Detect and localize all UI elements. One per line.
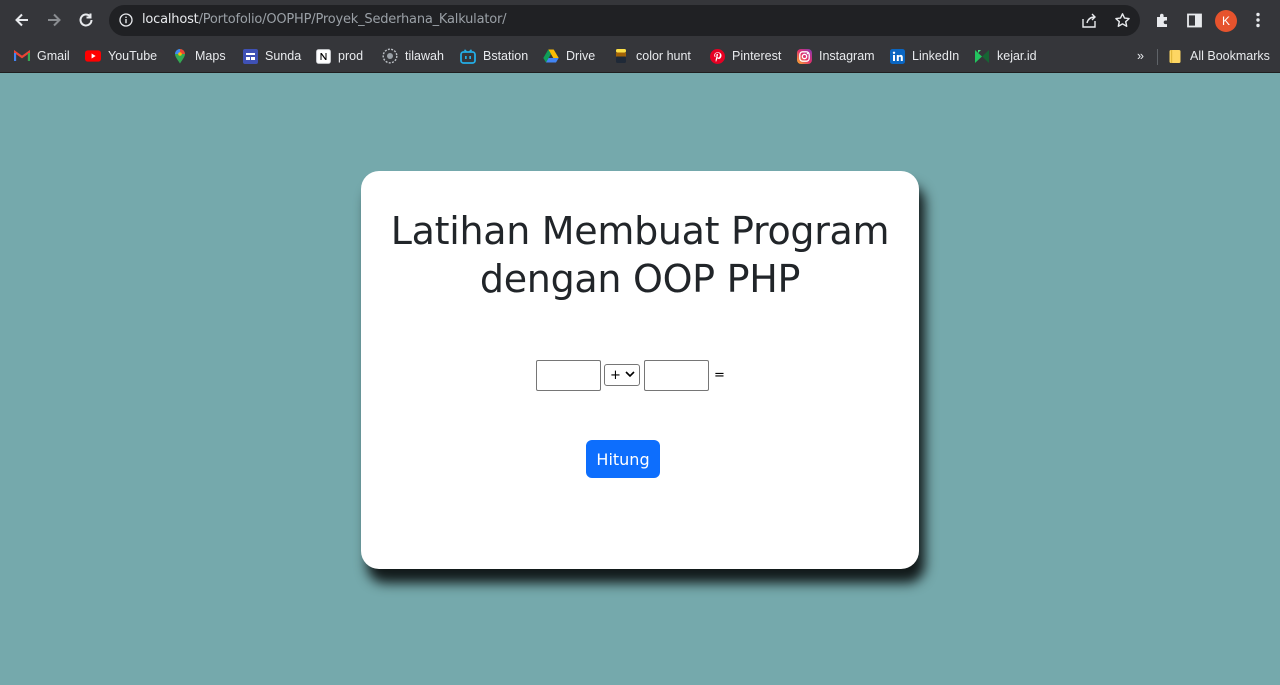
browser-toolbar: localhost/Portofolio/OOPHP/Proyek_Sederh…: [0, 0, 1280, 40]
gmail-icon: [14, 48, 30, 64]
bookmarks-divider: [1157, 49, 1158, 65]
arrow-left-icon: [15, 13, 28, 27]
bookmark-label: LinkedIn: [912, 49, 960, 63]
hitung-button[interactable]: Hitung: [586, 440, 660, 478]
bookmark-label: Maps: [195, 49, 226, 63]
all-bookmarks-button[interactable]: All Bookmarks: [1167, 47, 1270, 65]
equals-sign: =: [714, 368, 725, 383]
bookmark-label: Drive: [566, 49, 596, 63]
instagram-icon: [796, 48, 812, 64]
forward-button[interactable]: [42, 8, 66, 32]
bookmark-label: Sunda: [265, 49, 302, 63]
site-info-icon[interactable]: [119, 13, 133, 27]
extensions-button[interactable]: [1152, 10, 1172, 30]
bookmark-linkedin[interactable]: LinkedIn: [889, 47, 959, 65]
drive-icon: [543, 48, 559, 64]
menu-button[interactable]: [1248, 10, 1268, 30]
bookmark-sunda[interactable]: Sunda: [242, 47, 301, 65]
page-title: Latihan Membuat Program dengan OOP PHP: [361, 207, 919, 303]
second-number-input[interactable]: [644, 360, 709, 391]
profile-avatar[interactable]: K: [1215, 10, 1237, 32]
first-number-input[interactable]: [536, 360, 601, 391]
operator-select[interactable]: +: [604, 364, 640, 386]
bookmark-instagram[interactable]: Instagram: [796, 47, 875, 65]
bookmark-label: Instagram: [819, 49, 875, 63]
bstation-icon: [460, 48, 476, 64]
bookmark-gmail[interactable]: Gmail: [14, 47, 70, 65]
bookmark-bstation[interactable]: Bstation: [460, 47, 528, 65]
bookmark-label: kejar.id: [997, 49, 1037, 63]
bookmark-prod[interactable]: prod: [315, 47, 363, 65]
maps-icon: [172, 48, 188, 64]
arrow-right-icon: [48, 13, 61, 27]
pinterest-icon: [709, 48, 725, 64]
tilawah-icon: [382, 48, 398, 64]
address-bar[interactable]: localhost/Portofolio/OOPHP/Proyek_Sederh…: [109, 5, 1140, 36]
colorhunt-icon: [613, 48, 629, 64]
sunda-icon: [242, 48, 258, 64]
side-panel-button[interactable]: [1184, 10, 1204, 30]
folder-icon: [1167, 48, 1183, 64]
side-panel-icon: [1186, 13, 1202, 27]
bookmark-label: YouTube: [108, 49, 158, 63]
kebab-menu-icon: [1256, 12, 1260, 28]
bookmarks-overflow-button[interactable]: »: [1137, 47, 1144, 65]
notion-icon: [315, 48, 331, 64]
bookmark-youtube[interactable]: YouTube: [85, 47, 157, 65]
url-text: localhost/Portofolio/OOPHP/Proyek_Sederh…: [142, 12, 507, 27]
linkedin-icon: [889, 48, 905, 64]
bookmark-pinterest[interactable]: Pinterest: [709, 47, 781, 65]
kejar-icon: [974, 48, 990, 64]
bookmark-drive[interactable]: Drive: [543, 47, 595, 65]
bookmark-label: prod: [338, 49, 364, 63]
bookmark-tilawah[interactable]: tilawah: [382, 47, 444, 65]
bookmark-label: Bstation: [483, 49, 529, 63]
bookmarks-bar: Gmail YouTube Maps Sunda prod tilawah Bs…: [0, 40, 1280, 73]
star-icon[interactable]: [1114, 12, 1131, 29]
bookmark-label: Gmail: [37, 49, 70, 63]
url-path: /Portofolio/OOPHP/Proyek_Sederhana_Kalku…: [198, 12, 507, 27]
url-host: localhost: [142, 12, 199, 27]
puzzle-icon: [1156, 13, 1167, 27]
share-icon[interactable]: [1081, 12, 1098, 29]
reload-button[interactable]: [74, 8, 98, 32]
page-title-line1: Latihan Membuat Program: [390, 209, 890, 253]
back-button[interactable]: [10, 8, 34, 32]
all-bookmarks-label: All Bookmarks: [1190, 49, 1270, 63]
bookmark-label: Pinterest: [732, 49, 782, 63]
chevron-down-icon: [625, 371, 635, 378]
bookmark-maps[interactable]: Maps: [172, 47, 226, 65]
bookmark-label: color hunt: [636, 49, 691, 63]
page-title-line2: dengan OOP PHP: [479, 257, 801, 301]
calculator-card: Latihan Membuat Program dengan OOP PHP +…: [361, 171, 919, 569]
youtube-icon: [85, 48, 101, 64]
bookmark-label: tilawah: [405, 49, 444, 63]
operator-selected-value: +: [610, 367, 621, 383]
reload-icon: [79, 13, 93, 27]
bookmark-colorhunt[interactable]: color hunt: [613, 47, 691, 65]
bookmark-kejar[interactable]: kejar.id: [974, 47, 1037, 65]
